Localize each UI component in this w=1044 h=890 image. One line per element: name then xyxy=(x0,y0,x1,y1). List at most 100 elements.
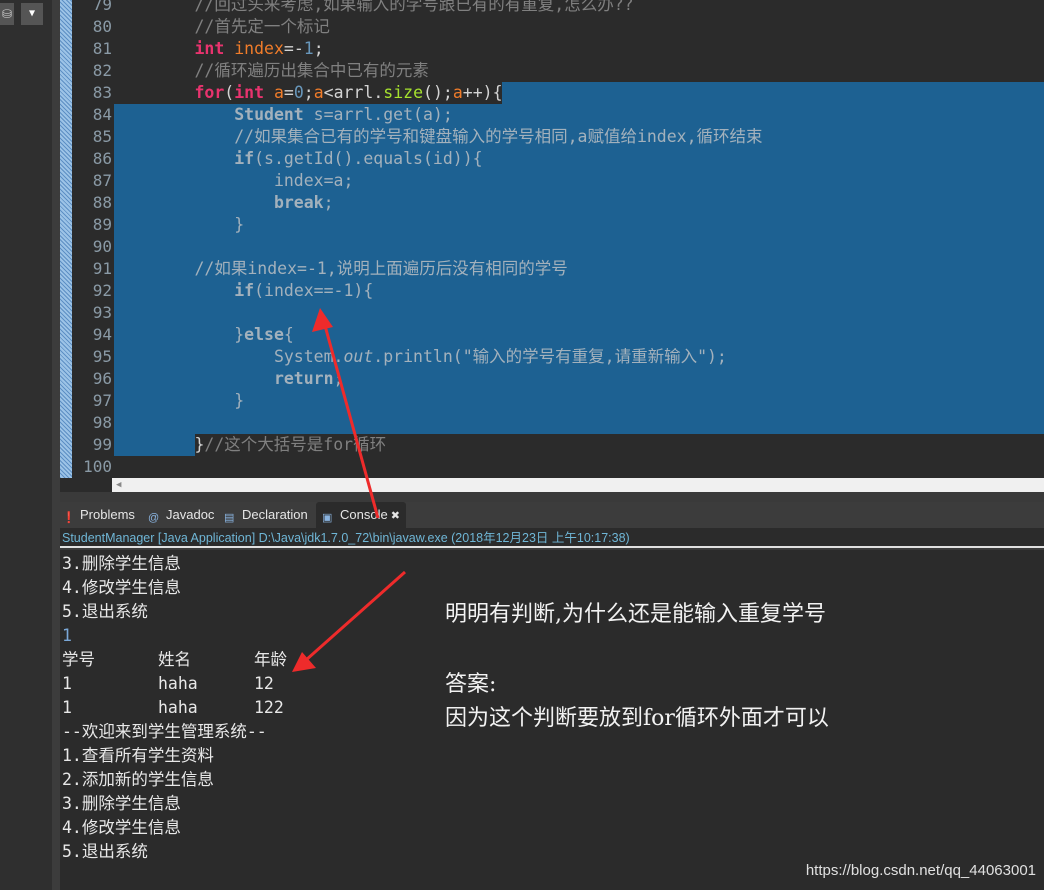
code-text: }//这个大括号是for循环 xyxy=(115,434,386,456)
code-token: Student xyxy=(115,105,304,124)
tab-javadoc[interactable]: @ Javadoc xyxy=(148,502,214,528)
code-line[interactable]: 95 System.out.println("输入的学号有重复,请重新输入"); xyxy=(60,346,1044,368)
code-line[interactable]: 97 } xyxy=(60,390,1044,412)
line-number: 83 xyxy=(92,83,112,102)
code-line[interactable]: 82 //循环遍历出集合中已有的元素 xyxy=(60,60,1044,82)
code-token: ; xyxy=(313,39,324,58)
code-token: } xyxy=(115,435,205,454)
javadoc-icon: @ xyxy=(148,512,160,524)
code-token: 1 xyxy=(303,39,314,58)
line-number: 97 xyxy=(92,391,112,410)
code-token: else xyxy=(244,325,284,344)
problems-icon: ❗ xyxy=(62,512,76,524)
line-number: 81 xyxy=(92,39,112,58)
annotation-answer-label: 答案: xyxy=(445,672,497,697)
annotation-question: 明明有判断,为什么还是能输入重复学号 xyxy=(445,602,826,627)
code-line[interactable]: 81 int index=-1; xyxy=(60,38,1044,60)
line-number: 100 xyxy=(83,457,112,476)
toolbar-icon[interactable]: ⛁ xyxy=(0,3,14,25)
code-line[interactable]: 98 xyxy=(60,412,1044,434)
code-editor[interactable]: 79 //回过头来考虑,如果输入的学号跟已有的有重复,怎么办?? 80 //首先定… xyxy=(60,0,1044,478)
horizontal-scrollbar[interactable]: ◀ xyxy=(112,478,1044,492)
code-text: //如果集合已有的学号和键盘输入的学号相同,a赋值给index,循环结束 xyxy=(115,126,762,148)
code-line[interactable]: 100 xyxy=(60,456,1044,478)
code-token: a xyxy=(313,83,324,102)
close-icon[interactable]: ✖ xyxy=(388,510,400,522)
code-token: ; xyxy=(323,193,334,212)
line-number: 98 xyxy=(92,413,112,432)
code-token: ; xyxy=(303,83,314,102)
code-line[interactable]: 93 xyxy=(60,302,1044,324)
code-token: int xyxy=(194,39,225,58)
code-token: out xyxy=(343,347,374,366)
console-line: 1.查看所有学生资料 xyxy=(62,746,214,765)
code-text: Student s=arrl.get(a); xyxy=(115,104,453,126)
code-text: return; xyxy=(115,368,344,390)
code-line[interactable]: 96 return; xyxy=(60,368,1044,390)
code-text: if(index==-1){ xyxy=(115,280,373,302)
console-cell: 1 xyxy=(62,698,72,717)
code-line[interactable]: 79 //回过头来考虑,如果输入的学号跟已有的有重复,怎么办?? xyxy=(60,0,1044,16)
code-token: //首先定一个标记 xyxy=(115,17,330,36)
watermark: https://blog.csdn.net/qq_44063001 xyxy=(805,862,1036,879)
tab-console[interactable]: ▣ Console ✖ xyxy=(316,502,406,528)
line-number: 85 xyxy=(92,127,112,146)
code-line[interactable]: 84 Student s=arrl.get(a); xyxy=(60,104,1044,126)
console-cell: 12 xyxy=(254,674,274,693)
code-text: //回过头来考虑,如果输入的学号跟已有的有重复,怎么办?? xyxy=(115,0,633,16)
code-token: //这个大括号是for循环 xyxy=(204,435,387,454)
console-cell: 姓名 xyxy=(158,650,191,669)
code-token: 0 xyxy=(293,83,304,102)
console-cell: 1 xyxy=(62,674,72,693)
declaration-icon: ▤ xyxy=(224,512,235,524)
view-menu-dropdown-icon[interactable]: ▼ xyxy=(21,3,43,25)
code-token: =- xyxy=(283,39,304,58)
code-line[interactable]: 89 } xyxy=(60,214,1044,236)
console-header: StudentManager [Java Application] D:\Jav… xyxy=(60,528,1044,548)
line-number: 94 xyxy=(92,325,112,344)
line-number: 95 xyxy=(92,347,112,366)
code-token: //如果index=-1,说明上面遍历后没有相同的学号 xyxy=(115,259,568,278)
scroll-left-icon[interactable]: ◀ xyxy=(116,478,121,492)
line-number: 80 xyxy=(92,17,112,36)
code-text: //首先定一个标记 xyxy=(115,16,330,38)
console-line: 4.修改学生信息 xyxy=(62,578,181,597)
code-token: return xyxy=(115,369,334,388)
tab-label: Problems xyxy=(80,507,135,522)
console-line: 3.删除学生信息 xyxy=(62,794,181,813)
code-text: int index=-1; xyxy=(115,38,324,60)
tab-problems[interactable]: ❗ Problems xyxy=(62,502,135,528)
code-token: .println("输入的学号有重复,请重新输入"); xyxy=(373,347,727,366)
code-token: (); xyxy=(423,83,453,102)
code-line[interactable]: 83 for(int a=0;a<arrl.size();a++){ xyxy=(60,82,1044,104)
line-number: 89 xyxy=(92,215,112,234)
code-line[interactable]: 99 }//这个大括号是for循环 xyxy=(60,434,1044,456)
code-line[interactable]: 88 break; xyxy=(60,192,1044,214)
code-token: if xyxy=(115,149,255,168)
line-number: 96 xyxy=(92,369,112,388)
code-text: for(int a=0;a<arrl.size();a++){ xyxy=(115,82,502,104)
panel-divider[interactable] xyxy=(52,0,60,890)
selection-highlight xyxy=(114,214,1044,236)
code-line[interactable]: 86 if(s.getId().equals(id)){ xyxy=(60,148,1044,170)
code-line[interactable]: 85 //如果集合已有的学号和键盘输入的学号相同,a赋值给index,循环结束 xyxy=(60,126,1044,148)
code-token: } xyxy=(115,391,245,410)
code-line[interactable]: 90 xyxy=(60,236,1044,258)
code-line[interactable]: 91 //如果index=-1,说明上面遍历后没有相同的学号 xyxy=(60,258,1044,280)
annotation-answer: 因为这个判断要放到for循环外面才可以 xyxy=(445,706,829,731)
tab-label: Javadoc xyxy=(166,507,215,522)
code-token: (s.getId().equals(id)){ xyxy=(254,149,483,168)
code-token: a xyxy=(273,83,284,102)
code-line[interactable]: 92 if(index==-1){ xyxy=(60,280,1044,302)
code-line[interactable]: 94 }else{ xyxy=(60,324,1044,346)
line-number: 86 xyxy=(92,149,112,168)
code-line[interactable]: 80 //首先定一个标记 xyxy=(60,16,1044,38)
code-line[interactable]: 87 index=a; xyxy=(60,170,1044,192)
code-text: } xyxy=(115,390,244,412)
console-cell: haha xyxy=(158,698,198,717)
tab-declaration[interactable]: ▤ Declaration xyxy=(224,502,308,528)
console-cell: haha xyxy=(158,674,198,693)
code-text: System.out.println("输入的学号有重复,请重新输入"); xyxy=(115,346,727,368)
